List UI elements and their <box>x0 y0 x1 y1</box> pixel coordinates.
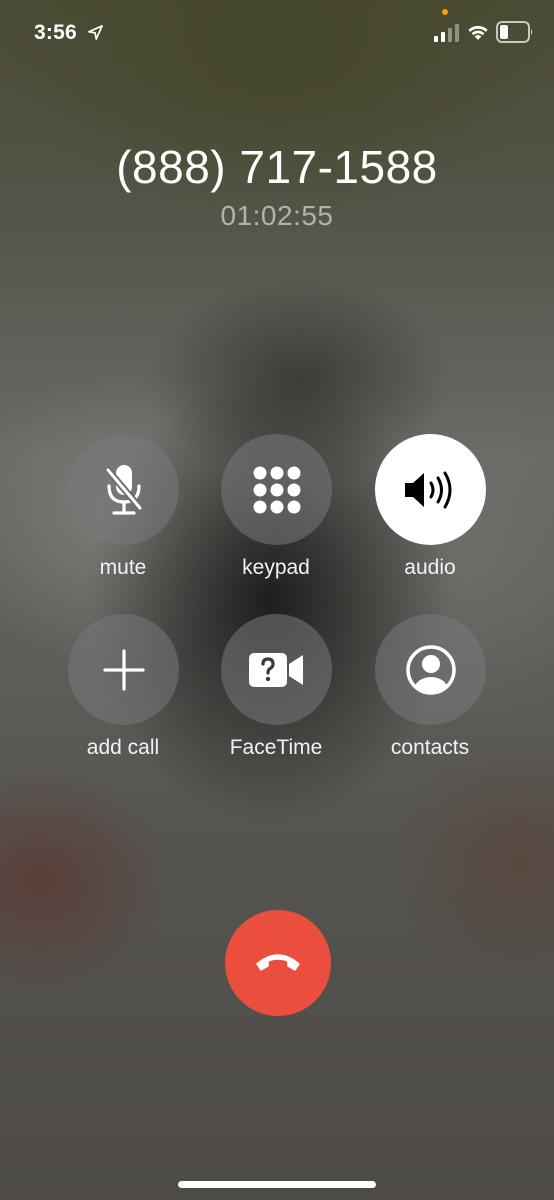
keypad-control: keypad <box>201 434 351 584</box>
speaker-icon <box>404 471 451 508</box>
audio-control: audio <box>355 434 505 584</box>
keypad-grid-icon <box>253 466 300 513</box>
battery-icon <box>496 21 533 43</box>
facetime-label: FaceTime <box>229 736 323 759</box>
facetime-button[interactable] <box>221 614 332 725</box>
add-call-control: add call <box>48 614 198 764</box>
facetime-control: FaceTime <box>201 614 351 764</box>
call-duration-timer: 01:02:55 <box>220 200 334 231</box>
phone-hangup-icon <box>256 954 300 971</box>
status-time: 3:56 <box>34 21 77 44</box>
contacts-control: contacts <box>355 614 505 764</box>
facetime-camera-question-icon <box>248 652 303 687</box>
mute-label: mute <box>99 556 147 579</box>
mute-control: mute <box>48 434 198 584</box>
audio-label: audio <box>404 556 456 579</box>
end-call-button[interactable] <box>225 910 331 1016</box>
location-arrow-icon <box>88 25 103 40</box>
status-bar: 3:56 <box>0 0 554 70</box>
add-call-label: add call <box>86 736 160 759</box>
contacts-label: contacts <box>390 736 470 759</box>
microphone-slash-icon <box>104 464 143 515</box>
keypad-button[interactable] <box>221 434 332 545</box>
privacy-indicator-dot <box>442 9 448 15</box>
mute-button[interactable] <box>68 434 179 545</box>
home-indicator[interactable] <box>178 1181 376 1188</box>
wifi-icon <box>468 25 488 40</box>
audio-button[interactable] <box>375 434 486 545</box>
keypad-label: keypad <box>242 556 310 579</box>
plus-icon <box>102 648 145 691</box>
cellular-signal-icon <box>434 24 459 42</box>
caller-phone-number: (888) 717-1588 <box>116 141 438 193</box>
add-call-button[interactable] <box>68 614 179 725</box>
contacts-button[interactable] <box>375 614 486 725</box>
person-circle-icon <box>405 644 456 695</box>
